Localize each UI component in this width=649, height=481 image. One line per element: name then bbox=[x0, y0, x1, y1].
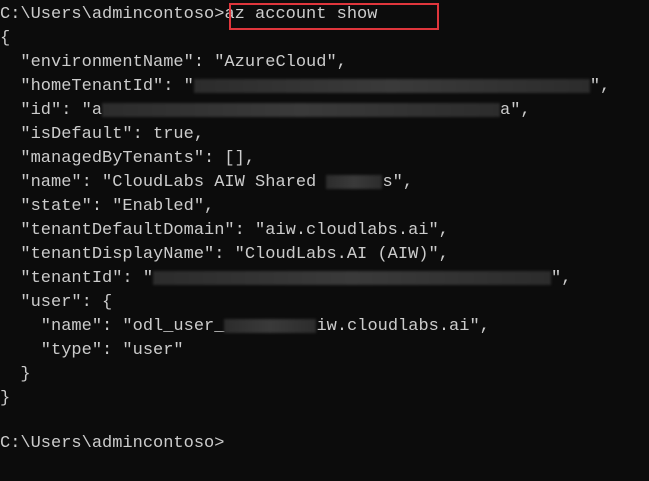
prompt-path: C:\Users\admincontoso> bbox=[0, 5, 225, 24]
user-open-line: "user": { bbox=[0, 293, 113, 312]
is-default-line: "isDefault": true, bbox=[0, 125, 205, 144]
json-open-brace: { bbox=[0, 29, 11, 48]
tenant-display-name-line: "tenantDisplayName": "CloudLabs.AI (AIW)… bbox=[0, 245, 449, 264]
tenant-id-line: "tenantId": " ", bbox=[0, 269, 572, 288]
redacted-home-tenant-id bbox=[193, 78, 590, 93]
final-prompt[interactable]: C:\Users\admincontoso> bbox=[0, 432, 224, 456]
command-highlight-box bbox=[229, 3, 439, 30]
redacted-user-name bbox=[224, 318, 317, 333]
environment-name-line: "environmentName": "AzureCloud", bbox=[0, 53, 347, 72]
user-type-line: "type": "user" bbox=[0, 341, 184, 360]
tenant-default-domain-line: "tenantDefaultDomain": "aiw.cloudlabs.ai… bbox=[0, 221, 449, 240]
state-line: "state": "Enabled", bbox=[0, 197, 215, 216]
user-close-line: } bbox=[0, 365, 31, 384]
terminal-window[interactable]: C:\Users\admincontoso>az account show { … bbox=[0, 0, 649, 481]
redacted-name bbox=[326, 174, 383, 189]
user-name-line: "name": "odl_user_ iw.cloudlabs.ai", bbox=[0, 317, 490, 336]
name-line: "name": "CloudLabs AIW Shared s", bbox=[0, 173, 414, 192]
managed-by-tenants-line: "managedByTenants": [], bbox=[0, 149, 256, 168]
redacted-id bbox=[102, 102, 501, 117]
json-close-brace: } bbox=[0, 389, 11, 408]
id-line: "id": "a a", bbox=[0, 101, 531, 120]
redacted-tenant-id bbox=[153, 270, 552, 285]
home-tenant-id-line: "homeTenantId": " ", bbox=[0, 77, 611, 96]
